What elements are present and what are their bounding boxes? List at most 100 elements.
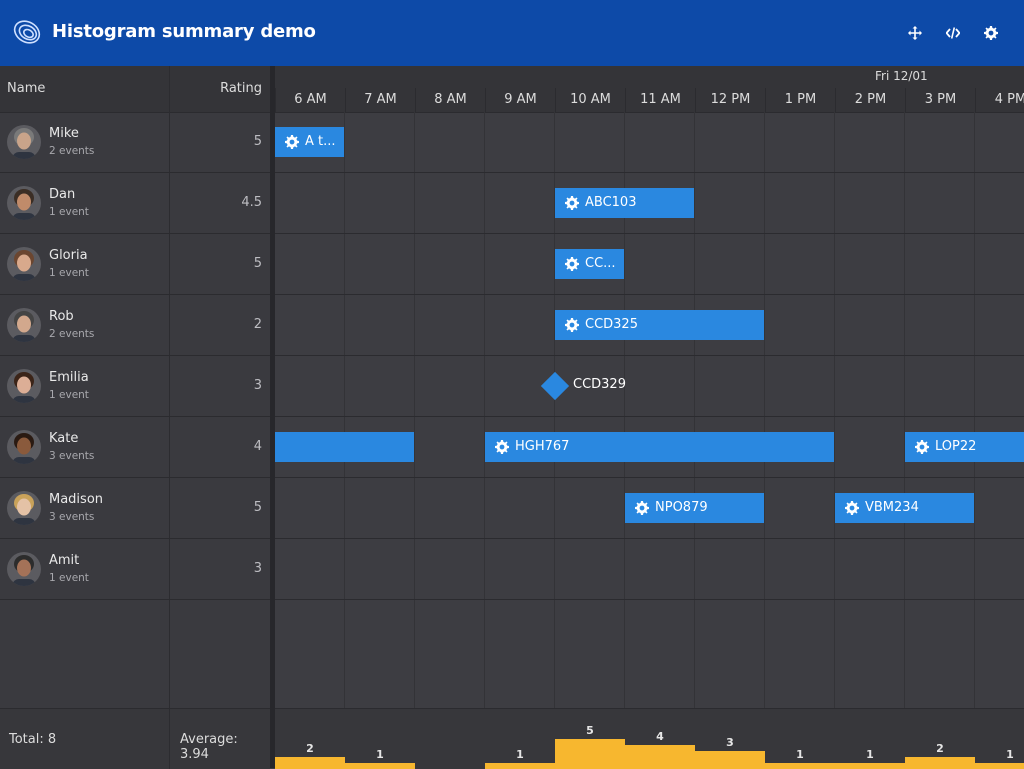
resource-event-count: 1 event bbox=[49, 389, 89, 401]
event-bar[interactable] bbox=[275, 432, 414, 462]
event-label: ABC103 bbox=[585, 195, 637, 210]
histogram-bar bbox=[275, 757, 345, 769]
histogram-count-label: 1 bbox=[516, 748, 524, 761]
event-bar[interactable]: CC... bbox=[555, 249, 624, 279]
histogram-count-label: 1 bbox=[866, 748, 874, 761]
histogram-bar bbox=[625, 745, 695, 769]
resource-rating: 4 bbox=[253, 439, 262, 454]
total-summary: Total: 8 bbox=[9, 732, 57, 747]
event-label: CC... bbox=[585, 256, 616, 271]
grid-row-line bbox=[275, 538, 1024, 539]
histogram-count-label: 4 bbox=[656, 730, 664, 743]
gear-icon bbox=[915, 440, 929, 454]
fullscreen-button[interactable] bbox=[904, 22, 926, 44]
hour-label: 12 PM bbox=[695, 88, 765, 112]
histogram-bar bbox=[905, 757, 975, 769]
timeline-header-hours: 6 AM 7 AM 8 AM 9 AM 10 AM 11 AM 12 PM 1 PM 2 PM 3… bbox=[275, 88, 1024, 113]
code-icon bbox=[946, 27, 960, 39]
resource-event-count: 1 event bbox=[49, 206, 89, 218]
grid-row-line bbox=[275, 416, 1024, 417]
hour-label: 10 AM bbox=[555, 88, 625, 112]
resource-row[interactable]: Rob 2 events 2 bbox=[0, 295, 270, 356]
gear-icon bbox=[565, 257, 579, 271]
summary-footer: Total: 8 Average: 3.94 bbox=[0, 708, 270, 769]
event-bar[interactable]: NPO879 bbox=[625, 493, 764, 523]
hour-label: 3 PM bbox=[905, 88, 975, 112]
grid-row-line bbox=[275, 233, 1024, 234]
histogram-bar bbox=[765, 763, 835, 769]
hour-label: 8 AM bbox=[415, 88, 485, 112]
grid-column-line bbox=[974, 112, 975, 708]
histogram-count-label: 5 bbox=[586, 724, 594, 737]
grid-row-line bbox=[275, 355, 1024, 356]
grid-row-line bbox=[275, 477, 1024, 478]
hour-label: 7 AM bbox=[345, 88, 415, 112]
resource-row[interactable]: Dan 1 event 4.5 bbox=[0, 173, 270, 234]
settings-button[interactable] bbox=[980, 22, 1002, 44]
logo-icon bbox=[13, 20, 41, 44]
grid-column-line bbox=[834, 112, 835, 708]
grid-column-line bbox=[694, 112, 695, 708]
event-bar[interactable]: A t... bbox=[275, 127, 344, 157]
hour-label: 4 PM bbox=[975, 88, 1024, 112]
event-label: HGH767 bbox=[515, 439, 570, 454]
app-title: Histogram summary demo bbox=[52, 21, 316, 42]
event-bar[interactable]: CCD325 bbox=[555, 310, 764, 340]
resource-event-count: 1 event bbox=[49, 572, 89, 584]
resource-grid: Name Rating Mike 2 events 5 Dan 1 event 4.5 Gl… bbox=[0, 66, 270, 708]
resource-row[interactable]: Gloria 1 event 5 bbox=[0, 234, 270, 295]
resource-row[interactable]: Mike 2 events 5 bbox=[0, 112, 270, 173]
avatar bbox=[7, 247, 41, 281]
milestone-event[interactable] bbox=[540, 371, 570, 401]
event-label: LOP22 bbox=[935, 439, 977, 454]
histogram-bar bbox=[975, 763, 1024, 769]
milestone-label: CCD329 bbox=[573, 377, 626, 392]
column-header-name[interactable]: Name bbox=[7, 81, 45, 96]
avatar bbox=[7, 430, 41, 464]
avatar bbox=[7, 552, 41, 586]
resource-name: Amit bbox=[49, 553, 80, 568]
resource-row[interactable]: Madison 3 events 5 bbox=[0, 478, 270, 539]
resource-name: Kate bbox=[49, 431, 79, 446]
hour-label: 6 AM bbox=[275, 88, 345, 112]
resource-name: Dan bbox=[49, 187, 76, 202]
hour-label: 9 AM bbox=[485, 88, 555, 112]
event-bar[interactable]: VBM234 bbox=[835, 493, 974, 523]
gear-icon bbox=[565, 318, 579, 332]
histogram-summary: 2 1 1 5 4 3 1 1 2 1 bbox=[275, 708, 1024, 769]
event-label: CCD325 bbox=[585, 317, 638, 332]
resource-rating: 2 bbox=[253, 317, 262, 332]
move-arrows-icon bbox=[908, 26, 922, 40]
resource-rating: 4.5 bbox=[241, 195, 262, 210]
gear-icon bbox=[635, 501, 649, 515]
timeline-header-top: Fri 12/01 bbox=[275, 66, 1024, 88]
grid-column-line bbox=[414, 112, 415, 708]
hour-label: 1 PM bbox=[765, 88, 835, 112]
event-label: A t... bbox=[305, 134, 336, 149]
resource-row[interactable]: Kate 3 events 4 bbox=[0, 417, 270, 478]
histogram-count-label: 1 bbox=[376, 748, 384, 761]
column-header-rating[interactable]: Rating bbox=[220, 81, 262, 96]
avatar bbox=[7, 369, 41, 403]
timeline-view: Fri 12/01 6 AM 7 AM 8 AM 9 AM 10 AM 11 AM 12 P… bbox=[275, 66, 1024, 708]
event-bar[interactable]: ABC103 bbox=[555, 188, 694, 218]
histogram-count-label: 2 bbox=[306, 742, 314, 755]
grid-column-line bbox=[904, 112, 905, 708]
footer-divider bbox=[169, 709, 170, 769]
average-summary: Average: 3.94 bbox=[180, 732, 238, 762]
grid-header: Name Rating bbox=[0, 66, 270, 113]
code-button[interactable] bbox=[942, 22, 964, 44]
resource-rating: 3 bbox=[253, 378, 262, 393]
avatar bbox=[7, 308, 41, 342]
resource-rating: 5 bbox=[253, 500, 262, 515]
event-bar[interactable]: HGH767 bbox=[485, 432, 834, 462]
hour-label: 11 AM bbox=[625, 88, 695, 112]
resource-row[interactable]: Amit 1 event 3 bbox=[0, 539, 270, 600]
histogram-bar bbox=[485, 763, 555, 769]
resource-event-count: 3 events bbox=[49, 450, 95, 462]
app-header: Histogram summary demo bbox=[0, 0, 1024, 66]
event-bar[interactable]: LOP22 bbox=[905, 432, 1024, 462]
resource-row[interactable]: Emilia 1 event 3 bbox=[0, 356, 270, 417]
date-label: Fri 12/01 bbox=[875, 69, 928, 83]
resource-rating: 3 bbox=[253, 561, 262, 576]
